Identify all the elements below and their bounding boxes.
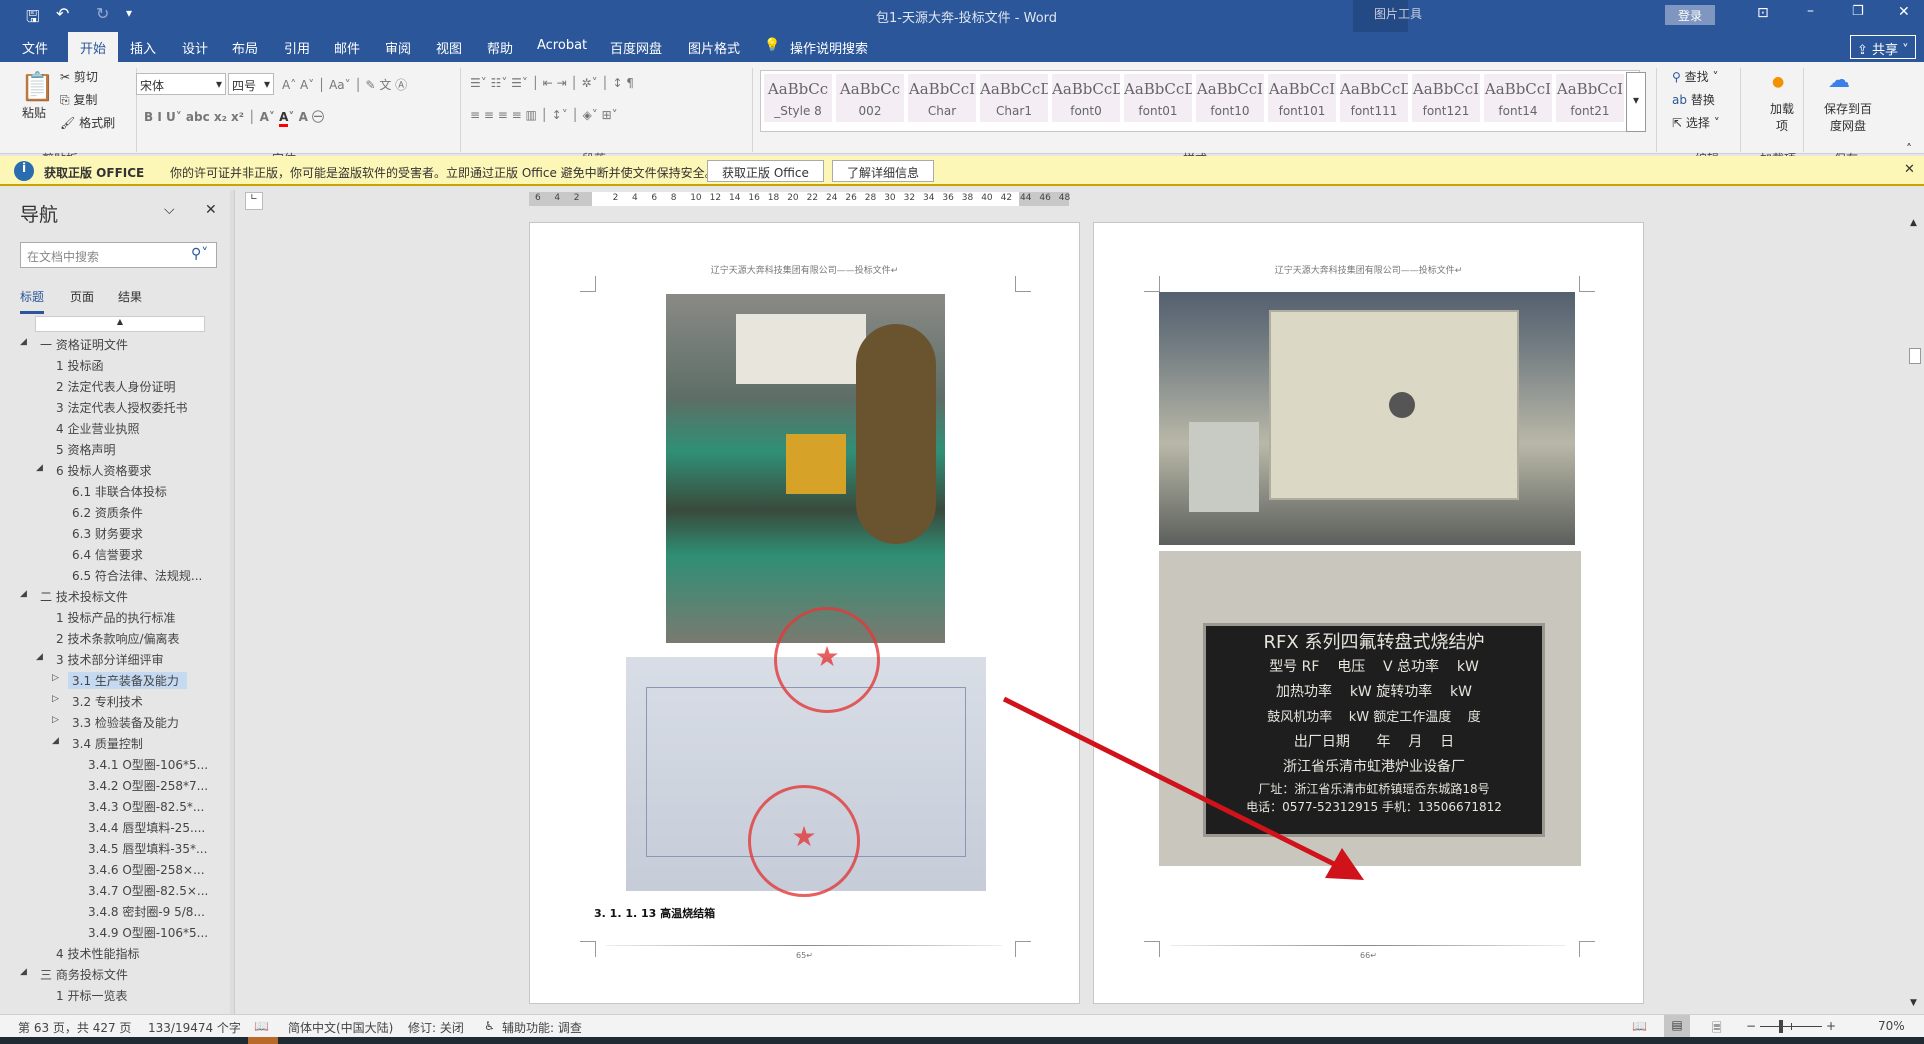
style-char[interactable]: AaBbCcI Char (908, 74, 976, 122)
zoom-in-button[interactable]: + (1826, 1019, 1836, 1033)
read-mode-icon[interactable]: 📖 (1632, 1019, 1647, 1033)
style-name: font21 (1570, 104, 1610, 118)
style-name: font101 (1278, 104, 1326, 118)
style-font101[interactable]: AaBbCcI font101 (1268, 74, 1336, 122)
style-preview: AaBbCcI (1412, 80, 1480, 98)
status-bar: 第 63 页，共 427 页 133/19474 个字 📖 简体中文(中国大陆)… (0, 1014, 1924, 1037)
style-name: font10 (1210, 104, 1250, 118)
style-preview: AaBbCcDc (980, 80, 1048, 98)
style-preview: AaBbCc (767, 80, 829, 98)
style-preview: AaBbCcI (908, 80, 976, 98)
accessibility-status[interactable]: 辅助功能: 调查 (502, 1019, 582, 1036)
print-layout-icon[interactable]: ▤ (1664, 1015, 1690, 1037)
zoom-slider[interactable] (1760, 1020, 1822, 1033)
scroll-thumb[interactable] (1909, 348, 1921, 364)
style-font10[interactable]: AaBbCcI font10 (1196, 74, 1264, 122)
style-char1[interactable]: AaBbCcDc Char1 (980, 74, 1048, 122)
style-name: Char (927, 104, 957, 118)
style-preview: AaBbCcDc (1052, 80, 1120, 98)
vertical-scrollbar[interactable]: ▲ ▼ (1906, 216, 1924, 1014)
taskbar (0, 1037, 1924, 1044)
language[interactable]: 简体中文(中国大陆) (288, 1019, 393, 1036)
style-name: font111 (1350, 104, 1398, 118)
style-name: font14 (1498, 104, 1538, 118)
style-font121[interactable]: AaBbCcI font121 (1412, 74, 1480, 122)
style-name: Char1 (996, 104, 1032, 118)
style-preview: AaBbCcI (1556, 80, 1624, 98)
style-_style8[interactable]: AaBbCc _Style 8 (764, 74, 832, 122)
style-font01[interactable]: AaBbCcDc font01 (1124, 74, 1192, 122)
style-font14[interactable]: AaBbCcI font14 (1484, 74, 1552, 122)
style-name: font121 (1422, 104, 1470, 118)
style-preview: AaBbCc (839, 80, 901, 98)
style-name: _Style 8 (774, 104, 822, 118)
style-002[interactable]: AaBbCc 002 (836, 74, 904, 122)
zoom-level[interactable]: 70% (1878, 1019, 1905, 1033)
style-preview: AaBbCcI (1484, 80, 1552, 98)
accessibility-icon[interactable]: ♿ (484, 1019, 495, 1033)
style-preview: AaBbCcI (1196, 80, 1264, 98)
style-font111[interactable]: AaBbCcDc font111 (1340, 74, 1408, 122)
style-preview: AaBbCcDc (1340, 80, 1408, 98)
track-changes[interactable]: 修订: 关闭 (408, 1019, 464, 1036)
red-arrow-annotation (1002, 696, 1364, 880)
zoom-slider-thumb[interactable] (1778, 1020, 1783, 1033)
style-preview: AaBbCcI (1268, 80, 1336, 98)
style-font0[interactable]: AaBbCcDc font0 (1052, 74, 1120, 122)
style-name: font01 (1138, 104, 1178, 118)
word-count[interactable]: 133/19474 个字 (148, 1019, 241, 1036)
style-preview: AaBbCcDc (1124, 80, 1192, 98)
zoom-out-button[interactable]: − (1746, 1019, 1756, 1033)
proofing-icon[interactable]: 📖 (254, 1019, 269, 1033)
style-name: font0 (1070, 104, 1102, 118)
page-count[interactable]: 第 63 页，共 427 页 (18, 1019, 131, 1036)
style-font21[interactable]: AaBbCcI font21 (1556, 74, 1624, 122)
style-name: 002 (858, 104, 882, 118)
